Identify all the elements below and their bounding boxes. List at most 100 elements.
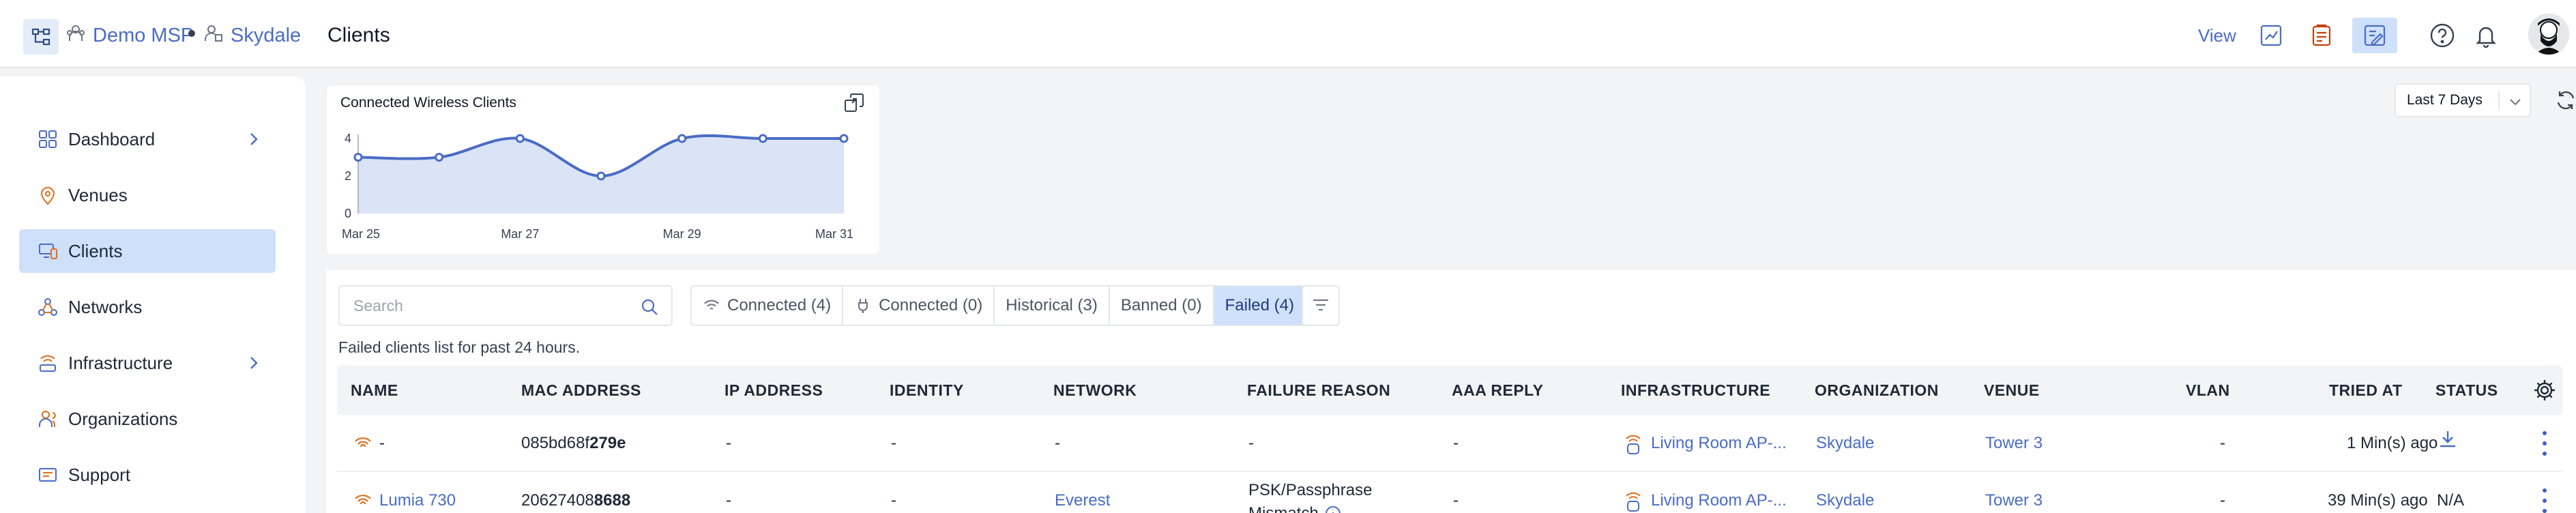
sidebar-item-venues[interactable]: Venues	[19, 173, 276, 217]
chart-data-point[interactable]	[677, 134, 687, 143]
column-header-tried-at[interactable]: TRIED AT	[2329, 366, 2403, 415]
chart-data-point[interactable]	[758, 134, 767, 143]
infrastructure-link[interactable]: Living Room AP-...	[1651, 491, 1787, 510]
sidebar-item-networks[interactable]: Networks	[19, 285, 276, 329]
column-header-network[interactable]: NETWORK	[1053, 366, 1137, 415]
sidebar-item-label: Infrastructure	[68, 352, 173, 373]
tab-label: Failed (4)	[1225, 296, 1294, 314]
tab-failed[interactable]: Failed (4)	[1214, 287, 1305, 325]
filter-button[interactable]	[1302, 285, 1340, 326]
expand-icon[interactable]	[843, 92, 866, 115]
column-header-infrastructure[interactable]: INFRASTRUCTURE	[1621, 366, 1770, 415]
date-range-select[interactable]: Last 7 Days	[2395, 83, 2531, 117]
row-venue-link[interactable]: Tower 3	[1985, 415, 2043, 472]
tab-historical[interactable]: Historical (3)	[995, 287, 1110, 325]
help-icon[interactable]	[2429, 22, 2456, 49]
infrastructure-icon	[35, 351, 60, 375]
report-icon	[2312, 24, 2331, 46]
row-infrastructure-cell[interactable]: Living Room AP-...	[1624, 415, 1787, 472]
column-header-failure-reason[interactable]: FAILURE REASON	[1247, 366, 1390, 415]
chart-data-point[interactable]	[435, 153, 444, 162]
row-name-cell: Lumia 730	[353, 472, 456, 513]
tab-connected-wired[interactable]: Connected (0)	[843, 287, 995, 325]
page-title: Clients	[327, 24, 390, 46]
view-link[interactable]: View	[2198, 22, 2236, 49]
table-note: Failed clients list for past 24 hours.	[338, 338, 581, 356]
tab-label: Connected (0)	[879, 296, 983, 314]
sidebar-item-label: Venues	[68, 184, 128, 205]
tab-label: Connected (4)	[727, 296, 832, 314]
chart-data-point[interactable]	[515, 134, 525, 143]
infrastructure-link[interactable]: Living Room AP-...	[1651, 434, 1787, 453]
chevron-down-icon	[2510, 99, 2521, 106]
row-menu-button[interactable]	[2542, 431, 2547, 456]
hierarchy-icon[interactable]	[23, 19, 59, 55]
column-header-mac[interactable]: MAC ADDRESS	[521, 366, 641, 415]
table-row[interactable]	[337, 472, 2562, 513]
sidebar-item-clients[interactable]: Clients	[19, 229, 276, 273]
sidebar-item-dashboard[interactable]: Dashboard	[19, 117, 276, 161]
row-network-link[interactable]: Everest	[1055, 472, 1110, 513]
chart-y-tick-label: 4	[345, 132, 351, 145]
sidebar-item-infrastructure[interactable]: Infrastructure	[19, 341, 276, 385]
tab-banned[interactable]: Banned (0)	[1109, 287, 1214, 325]
edit-list-icon	[2364, 25, 2386, 46]
download-icon[interactable]	[2437, 428, 2459, 450]
chart-data-point[interactable]	[839, 134, 849, 143]
wired-plug-icon	[858, 299, 868, 313]
breadcrumb-org[interactable]: Demo MSP	[65, 20, 194, 50]
info-icon[interactable]	[1324, 505, 1342, 513]
search-icon	[641, 299, 658, 315]
row-organization-link[interactable]: Skydale	[1816, 415, 1874, 472]
tab-connected-wireless[interactable]: Connected (4)	[692, 287, 844, 325]
report-view-button[interactable]	[2299, 18, 2344, 53]
breadcrumb-site[interactable]: Skydale	[203, 20, 301, 50]
chart-x-tick-label: Mar 29	[663, 227, 701, 241]
row-infrastructure-cell[interactable]: Living Room AP-...	[1624, 472, 1787, 513]
row-organization-link[interactable]: Skydale	[1816, 472, 1874, 513]
column-header-status[interactable]: STATUS	[2435, 366, 2498, 415]
row-identity-cell: -	[891, 491, 896, 510]
tab-label: Banned (0)	[1120, 296, 1202, 314]
refresh-icon[interactable]	[2554, 89, 2576, 112]
row-name-cell: -	[353, 415, 385, 472]
row-tried-at-cell: 1 Min(s) ago	[2347, 434, 2438, 452]
column-header-vlan[interactable]: VLAN	[2186, 366, 2230, 415]
chart-y-tick-label: 0	[345, 207, 351, 220]
chart-x-tick-label: Mar 25	[342, 227, 380, 241]
row-failure-reason-cell: PSK/Passphrase Mismatch	[1248, 479, 1372, 513]
clients-icon	[35, 239, 60, 263]
sidebar-item-support[interactable]: Support	[19, 453, 276, 497]
clients-table-card: Search Connected (4) Connected (0) Histo…	[326, 270, 2576, 513]
column-header-organization[interactable]: ORGANIZATION	[1815, 366, 1939, 415]
list-view-button[interactable]	[2352, 18, 2397, 53]
access-point-icon	[1626, 435, 1641, 454]
column-header-name[interactable]: NAME	[351, 366, 398, 415]
column-header-venue[interactable]: VENUE	[1984, 366, 2040, 415]
bell-icon[interactable]	[2472, 22, 2500, 49]
row-ip-cell: -	[726, 491, 731, 510]
row-venue-link[interactable]: Tower 3	[1985, 472, 2043, 513]
failure-reason-line-1: PSK/Passphrase	[1248, 481, 1373, 499]
connected-clients-chart: 4 2 0 Mar 25 Mar 27 Mar 29 Mar 31	[342, 132, 853, 241]
row-status-cell: N/A	[2437, 491, 2465, 510]
location-pin-icon	[35, 183, 60, 207]
chart-data-point[interactable]	[353, 153, 363, 162]
chart-x-tick-label: Mar 27	[501, 227, 539, 241]
mac-suffix: 8688	[594, 491, 631, 510]
client-name[interactable]: Lumia 730	[379, 491, 456, 510]
user-avatar[interactable]	[2528, 14, 2569, 55]
column-header-ip[interactable]: IP ADDRESS	[724, 366, 823, 415]
table-row[interactable]	[337, 415, 2562, 472]
dashboard-view-button[interactable]	[2249, 18, 2294, 53]
filter-list-icon	[1313, 299, 1328, 310]
row-menu-button[interactable]	[2542, 488, 2547, 513]
sidebar-item-organizations[interactable]: Organizations	[19, 397, 276, 441]
chart-data-point[interactable]	[596, 171, 606, 181]
mac-prefix: 085bd68f	[521, 434, 590, 452]
column-header-aaa-reply[interactable]: AAA REPLY	[1452, 366, 1543, 415]
search-input[interactable]: Search	[338, 285, 673, 326]
gear-icon[interactable]	[2532, 378, 2557, 402]
select-divider	[2498, 91, 2500, 111]
column-header-identity[interactable]: IDENTITY	[890, 366, 964, 415]
